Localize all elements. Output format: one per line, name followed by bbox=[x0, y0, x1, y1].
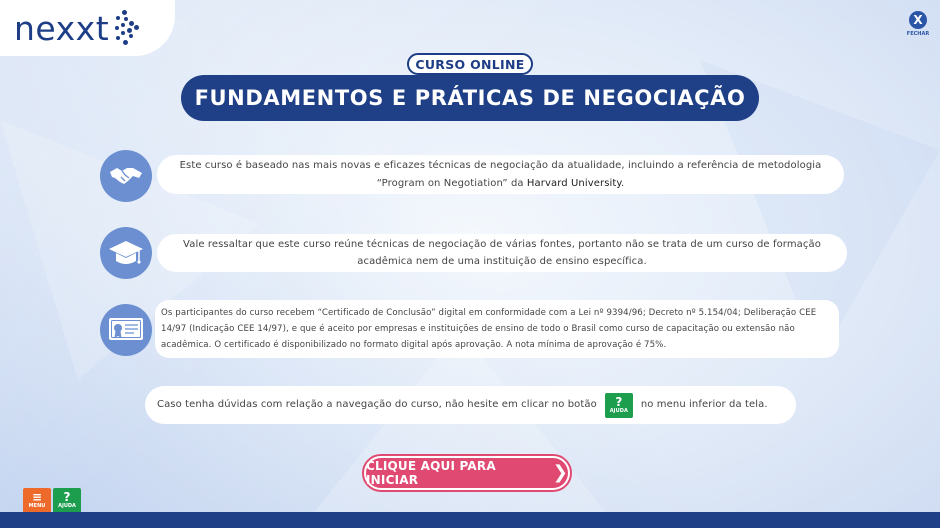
help-note-text-before: Caso tenha dúvidas com relação a navegaç… bbox=[157, 399, 597, 411]
info-course-basis: Este curso é baseado nas mais novas e ef… bbox=[157, 155, 844, 194]
close-label: FECHAR bbox=[906, 31, 930, 37]
help-label: AJUDA bbox=[58, 503, 76, 509]
help-button[interactable]: ? AJUDA bbox=[53, 488, 81, 512]
info-sources-text: Vale ressaltar que este curso reúne técn… bbox=[183, 238, 821, 268]
logo: nexxt bbox=[0, 0, 175, 56]
logo-arrow-mark bbox=[114, 10, 140, 46]
info-certificate: Os participantes do curso recebem “Certi… bbox=[155, 300, 839, 358]
help-note: Caso tenha dúvidas com relação a navegaç… bbox=[145, 386, 796, 424]
help-inline-button[interactable]: ? AJUDA bbox=[604, 392, 633, 418]
graduation-cap-icon bbox=[100, 227, 152, 279]
info-course-basis-text: Este curso é baseado nas mais novas e ef… bbox=[179, 160, 822, 189]
harvard-university-text: Harvard University bbox=[526, 177, 622, 189]
background-facet bbox=[300, 330, 620, 528]
handshake-icon bbox=[100, 150, 152, 202]
menu-label: MENU bbox=[28, 503, 46, 509]
menu-button[interactable]: ≡ MENU bbox=[23, 488, 51, 512]
help-note-text-after: no menu inferior da tela. bbox=[640, 399, 768, 411]
info-certificate-text: Os participantes do curso recebem “Certi… bbox=[161, 307, 817, 351]
bottom-bar bbox=[0, 512, 940, 528]
help-icon: ? bbox=[63, 490, 71, 504]
start-button-label: CLIQUE AQUI PARA INICIAR bbox=[366, 459, 496, 487]
certificate-icon bbox=[100, 304, 152, 356]
info-sources: Vale ressaltar que este curso reúne técn… bbox=[157, 234, 847, 272]
course-type-badge: CURSO ONLINE bbox=[407, 53, 533, 75]
chevron-right-icon: ❯ bbox=[552, 462, 568, 483]
menu-icon: ≡ bbox=[31, 490, 43, 504]
logo-text: nexxt bbox=[14, 8, 110, 48]
close-button[interactable]: X FECHAR bbox=[905, 11, 931, 37]
start-button-inner[interactable]: CLIQUE AQUI PARA INICIAR ❯ bbox=[366, 458, 568, 488]
page-title: FUNDAMENTOS E PRÁTICAS DE NEGOCIAÇÃO bbox=[181, 75, 759, 121]
close-icon[interactable]: X bbox=[909, 11, 927, 29]
start-button[interactable]: CLIQUE AQUI PARA INICIAR ❯ bbox=[362, 454, 572, 492]
help-icon: ? bbox=[615, 395, 623, 409]
